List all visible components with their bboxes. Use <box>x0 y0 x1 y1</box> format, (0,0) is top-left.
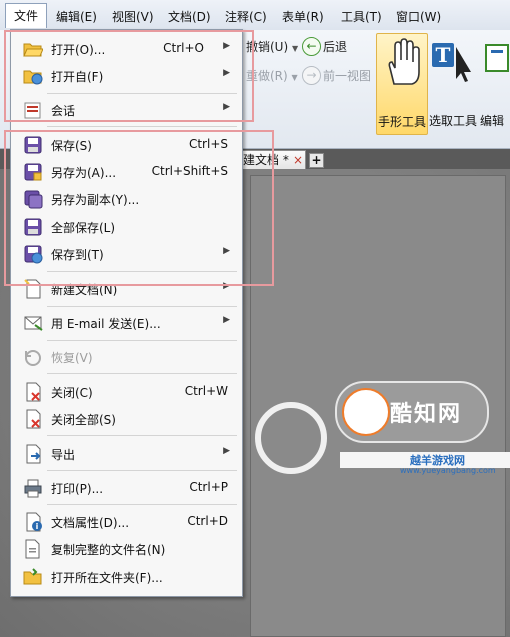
copy-filename-icon <box>25 539 40 559</box>
svg-text:T: T <box>436 43 451 67</box>
menu-item-print[interactable]: 打印(P)... Ctrl+P <box>11 476 242 500</box>
highlight-box-open <box>4 30 254 122</box>
menu-item-open-containing-folder[interactable]: 打开所在文件夹(F)... <box>11 565 242 589</box>
watermark-logo-icon <box>255 402 327 474</box>
select-tool-label: 选取工具 <box>428 114 477 128</box>
menu-view[interactable]: 视图(V) <box>112 8 154 25</box>
menu-item-close-all[interactable]: 关闭全部(S) <box>11 407 242 431</box>
email-icon <box>24 316 43 331</box>
text-select-icon: T <box>432 43 471 82</box>
highlight-box-save <box>4 130 274 286</box>
menu-separator <box>47 504 237 505</box>
edit-icon <box>485 44 509 72</box>
menu-item-copy-filename[interactable]: 复制完整的文件名(N) <box>11 537 242 561</box>
menu-separator <box>47 306 237 307</box>
back-arrow-icon[interactable]: ← <box>302 37 321 56</box>
menu-bar: 文件 编辑(E) 视图(V) 文档(D) 注释(C) 表单(R) 工具(T) 窗… <box>0 0 510 31</box>
chevron-right-icon: ▶ <box>223 315 230 325</box>
close-all-icon <box>26 409 41 429</box>
menu-item-label: 关闭(C) <box>51 386 93 400</box>
edit-tool-button[interactable]: 编辑 <box>480 33 510 133</box>
menu-item-label: 打印(P)... <box>51 482 104 496</box>
edit-tool-label: 编辑 <box>480 114 505 128</box>
menu-separator <box>47 340 237 341</box>
menu-item-close[interactable]: 关闭(C) Ctrl+W <box>11 380 242 404</box>
menu-separator <box>47 126 237 127</box>
menu-separator <box>47 373 237 374</box>
menu-item-shortcut: Ctrl+P <box>189 480 228 494</box>
menu-item-export[interactable]: 导出 ▶ <box>11 442 242 466</box>
menu-separator <box>47 470 237 471</box>
menu-tools[interactable]: 工具(T) <box>341 8 382 25</box>
hand-tool-button[interactable]: 手形工具 <box>376 33 428 135</box>
close-doc-icon <box>26 382 41 402</box>
chevron-right-icon: ▶ <box>223 446 230 456</box>
watermark-url-text: www.yueyangbang.com <box>400 466 496 475</box>
menu-item-label: 文档属性(D)... <box>51 516 130 530</box>
hand-tool-label: 手形工具 <box>377 115 426 129</box>
menu-edit[interactable]: 编辑(E) <box>56 8 97 25</box>
back-label[interactable]: 后退 <box>323 38 347 55</box>
print-icon <box>24 479 42 498</box>
menu-item-revert[interactable]: 恢复(V) <box>11 345 242 369</box>
hand-icon <box>388 38 420 85</box>
menu-item-label: 关闭全部(S) <box>51 413 116 427</box>
watermark-circle-icon <box>342 388 390 436</box>
watermark-brand-text: 酷知网 <box>390 402 463 427</box>
menu-item-label: 用 E-mail 发送(E)... <box>51 317 161 331</box>
menu-item-label: 导出 <box>51 448 76 462</box>
menu-item-document-properties[interactable]: i 文档属性(D)... Ctrl+D <box>11 510 242 534</box>
menu-separator <box>47 435 237 436</box>
export-icon <box>26 444 41 464</box>
menu-document[interactable]: 文档(D) <box>168 8 211 25</box>
chevron-down-icon: ▼ <box>291 44 299 53</box>
open-folder-location-icon <box>23 568 42 585</box>
close-icon[interactable]: × <box>293 151 303 169</box>
chevron-down-icon: ▼ <box>291 73 298 82</box>
new-tab-button[interactable]: + <box>309 153 324 168</box>
menu-item-label: 恢复(V) <box>51 351 93 365</box>
menu-item-email[interactable]: 用 E-mail 发送(E)... ▶ <box>11 311 242 335</box>
menu-form[interactable]: 表单(R) <box>282 8 324 25</box>
menu-window[interactable]: 窗口(W) <box>396 8 441 25</box>
forward-arrow-icon[interactable]: → <box>302 66 321 85</box>
menu-file[interactable]: 文件 <box>5 3 48 28</box>
svg-text:i: i <box>36 522 39 531</box>
revert-icon <box>25 350 41 366</box>
select-tool-button[interactable]: T 选取工具 <box>428 33 478 133</box>
menu-item-shortcut: Ctrl+W <box>184 384 228 398</box>
prev-view-label[interactable]: 前一视图 <box>323 67 371 84</box>
menu-item-label: 打开所在文件夹(F)... <box>51 571 163 585</box>
properties-icon: i <box>26 512 42 532</box>
menu-comment[interactable]: 注释(C) <box>225 8 267 25</box>
menu-item-shortcut: Ctrl+D <box>187 514 228 528</box>
menu-item-label: 复制完整的文件名(N) <box>51 543 166 557</box>
